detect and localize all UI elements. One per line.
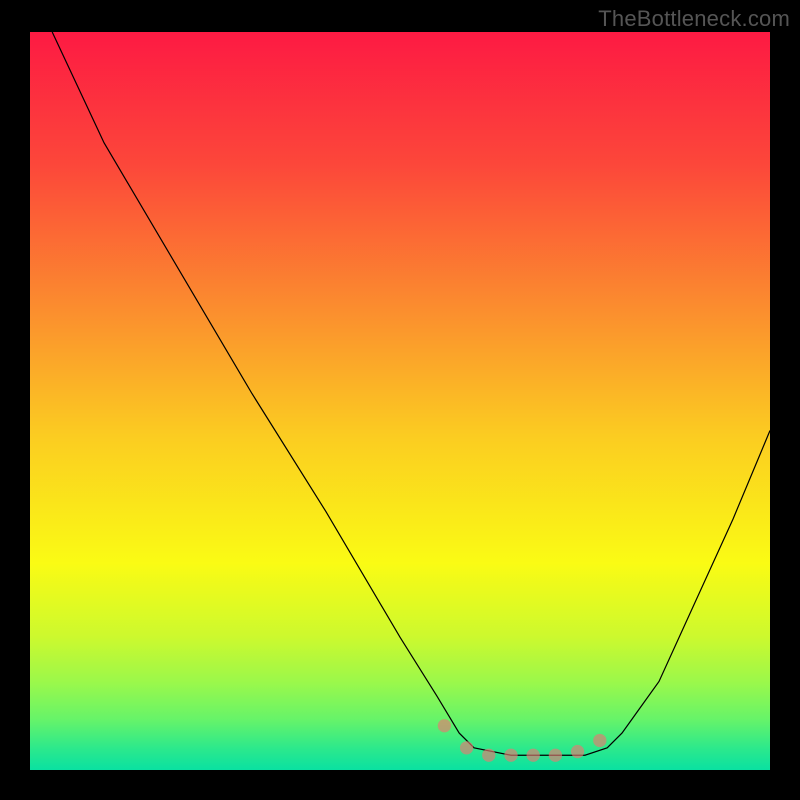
highlight-dot — [527, 749, 540, 762]
highlight-dot — [549, 749, 562, 762]
highlight-dot — [438, 719, 451, 732]
chart-svg — [30, 32, 770, 770]
watermark-text: TheBottleneck.com — [598, 6, 790, 32]
chart-background — [30, 32, 770, 770]
highlight-dot — [593, 734, 606, 747]
highlight-dot — [460, 741, 473, 754]
highlight-dot — [482, 749, 495, 762]
highlight-dot — [504, 749, 517, 762]
highlight-dot — [571, 745, 584, 758]
